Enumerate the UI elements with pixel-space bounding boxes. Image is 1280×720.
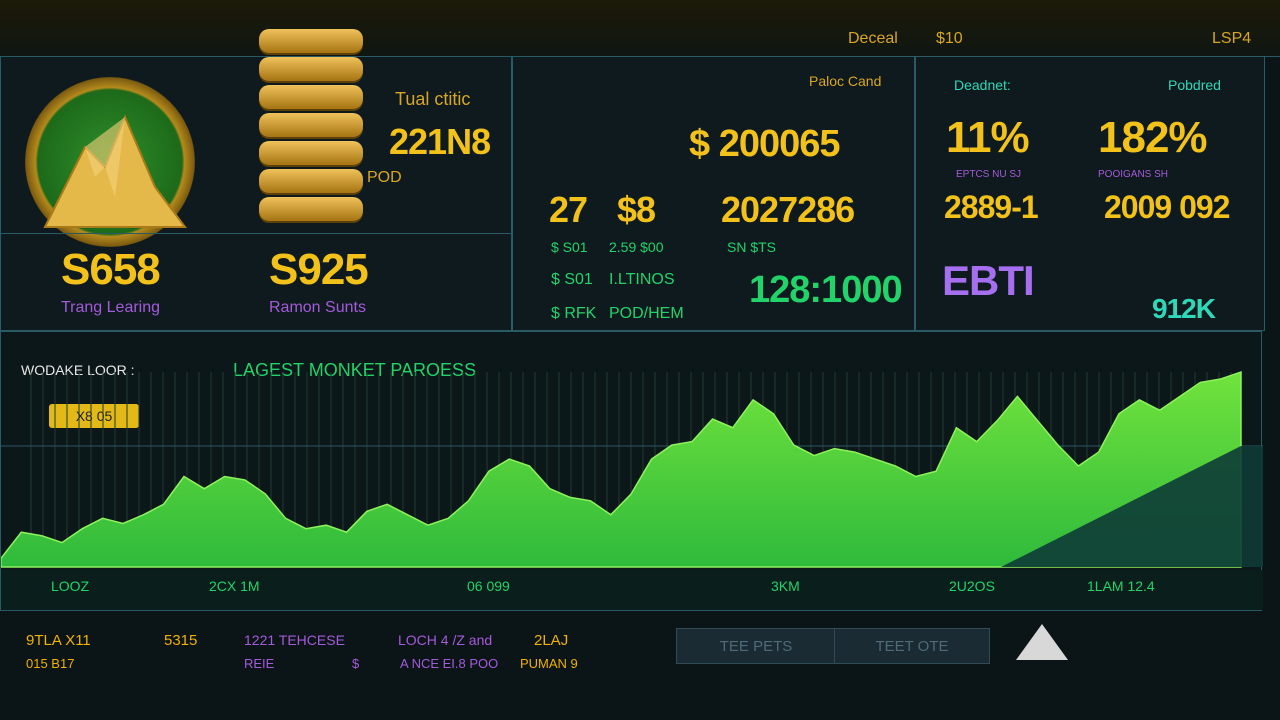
- right-sub-2: POOIGANS SH: [1098, 169, 1169, 180]
- divider: [1, 233, 511, 234]
- list-right-label: SN $TS: [727, 239, 777, 255]
- right-val-1: 2889-1: [944, 189, 1039, 225]
- x-tick-1: LOOZ: [51, 578, 90, 594]
- footer-col1-b: 015 B17: [26, 656, 75, 671]
- footer-col1-a: 9TLA X11: [26, 632, 91, 649]
- metric1-value: S658: [61, 245, 161, 294]
- center-panel: Paloc Cand $ 200065 27 $8 2027286 $ S01 …: [512, 56, 915, 331]
- right-pct-1: 11%: [946, 113, 1030, 162]
- footer: 9TLA X11 015 B17 5315 1221 TEHCESE REIE …: [0, 612, 1280, 720]
- center-row-b: $8: [617, 189, 656, 230]
- footer-col3-b: REIE: [244, 656, 275, 671]
- right-panel: Deadnet: Pobdred 11% 182% EPTCS NU SJ PO…: [915, 56, 1265, 331]
- center-ratio: 128:1000: [749, 269, 903, 311]
- footer-col5-b: PUMAN 9: [520, 656, 578, 671]
- top-bar: Deceal $10 LSP4: [0, 0, 1280, 57]
- left-panel: Tual ctitic 221N8 POD S658 Trang Learing…: [0, 29, 512, 331]
- footer-button-2-label: TEET OTE: [875, 637, 949, 655]
- right-badge: EBTI: [942, 257, 1035, 304]
- x-tick-4: 3KM: [771, 578, 800, 594]
- x-tick-2: 2CX 1M: [209, 578, 260, 594]
- center-row-a: 27: [549, 189, 588, 230]
- stack-label: POD: [367, 169, 402, 186]
- footer-col4-a: LOCH 4 /Z and: [398, 632, 493, 648]
- mountain-icon: [43, 114, 187, 228]
- footer-button-1[interactable]: TEE PETS: [676, 628, 836, 664]
- list-item-1-b: 2.59 $00: [609, 239, 664, 255]
- metric2-value: S925: [269, 245, 369, 294]
- footer-col3-c: $: [352, 656, 360, 671]
- list-item-1-a: $ S01: [551, 239, 588, 255]
- list-item-3-a: $ RFK: [551, 305, 597, 322]
- footer-button-2[interactable]: TEET OTE: [834, 628, 990, 664]
- footer-col3-a: 1221 TEHCESE: [244, 632, 345, 648]
- gold-stack-icon: [259, 29, 363, 229]
- list-item-2-b: I.LTINOS: [609, 271, 675, 288]
- right-sub-1: EPTCS NU SJ: [956, 169, 1022, 180]
- list-item-2-a: $ S01: [551, 271, 593, 288]
- metric1-label: Trang Learing: [61, 299, 161, 316]
- footer-col4-b: A NCE EI.8 POO: [400, 656, 499, 671]
- market-chart: WODAKE LOOR : LAGEST MONKET PAROESS X8 0…: [0, 331, 1263, 611]
- center-main-value: $ 200065: [689, 123, 840, 165]
- footer-col2-a: 5315: [164, 632, 198, 649]
- topbar-value: $10: [936, 30, 963, 47]
- x-tick-6: 1LAM 12.4: [1087, 578, 1155, 594]
- right-count: 912K: [1152, 293, 1216, 324]
- right-label-1: Deadnet:: [954, 77, 1011, 93]
- right-label-2: Pobdred: [1168, 77, 1221, 93]
- chart-axis-bar: [1, 570, 1263, 610]
- x-tick-3: 06 099: [467, 578, 510, 594]
- footer-button-1-label: TEE PETS: [719, 637, 793, 655]
- center-row-c: 2027286: [721, 189, 855, 230]
- topbar-label: Deceal: [848, 30, 898, 47]
- list-item-3-b: POD/HEM: [609, 305, 684, 322]
- up-arrow-icon[interactable]: [1016, 624, 1068, 660]
- left-big-value: 221N8: [389, 121, 491, 162]
- coin-icon: [25, 77, 195, 247]
- right-pct-2: 182%: [1098, 113, 1208, 162]
- right-val-2: 2009 092: [1104, 189, 1230, 225]
- metric2-label: Ramon Sunts: [269, 299, 366, 316]
- x-tick-5: 2U2OS: [949, 578, 995, 594]
- left-title: Tual ctitic: [395, 89, 471, 109]
- footer-col5-a: 2LAJ: [534, 632, 569, 649]
- center-header: Paloc Cand: [809, 73, 882, 89]
- topbar-label-2: LSP4: [1212, 30, 1252, 47]
